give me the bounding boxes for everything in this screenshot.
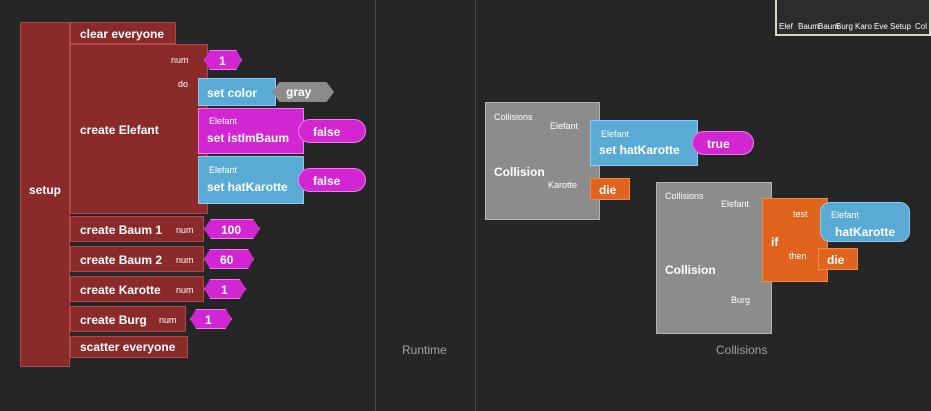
burg-num-value[interactable]: 1 bbox=[190, 309, 232, 329]
collision-title: Collision bbox=[665, 263, 716, 277]
setup-block[interactable]: setup bbox=[20, 22, 70, 367]
collision-block-1[interactable]: Collisions Elefant Collision Karotte bbox=[485, 102, 600, 220]
c1-set-hatkarotte-block[interactable]: Elefant set hatKarotte bbox=[590, 120, 698, 166]
elefant-tag: Elefant bbox=[209, 165, 238, 175]
hatkarotte-value[interactable]: false bbox=[298, 168, 366, 192]
baum1-num-value[interactable]: 100 bbox=[204, 219, 260, 239]
then-label: then bbox=[789, 251, 807, 261]
set-istimbaum-label: set istImBaum bbox=[207, 131, 290, 145]
num-label: num bbox=[176, 225, 194, 235]
collisions-pane-label: Collisions bbox=[716, 343, 768, 357]
create-karotte-block[interactable]: create Karotte num bbox=[70, 276, 204, 302]
minimap-item[interactable]: Karo bbox=[855, 22, 872, 31]
elefant-num-text: 1 bbox=[219, 54, 226, 68]
elefant-tag: Elefant bbox=[209, 116, 238, 126]
create-baum1-block[interactable]: create Baum 1 num bbox=[70, 216, 204, 242]
elefant-tag: Elefant bbox=[601, 129, 630, 139]
create-elefant-block[interactable]: create Elefant num do bbox=[70, 44, 208, 214]
istimbaum-value[interactable]: false bbox=[298, 119, 366, 143]
set-color-label: set color bbox=[207, 86, 258, 100]
pane-divider-right bbox=[475, 0, 476, 411]
set-hatkarotte-block[interactable]: Elefant set hatKarotte bbox=[198, 156, 304, 204]
create-karotte-label: create Karotte bbox=[80, 283, 161, 297]
num-label: num bbox=[176, 255, 194, 265]
create-baum2-label: create Baum 2 bbox=[80, 253, 163, 267]
elefant-num-value[interactable]: 1 bbox=[204, 50, 242, 70]
collisions-header: Collisions bbox=[494, 112, 533, 122]
condition-label: hatKarotte bbox=[835, 225, 896, 239]
hatkarotte-value-text: false bbox=[313, 174, 341, 188]
c1-die-label: die bbox=[599, 183, 617, 197]
elefant-tag: Elefant bbox=[831, 210, 860, 220]
baum2-num-text: 60 bbox=[220, 253, 234, 267]
collisions-header: Collisions bbox=[665, 191, 704, 201]
agent1-label: Elefant bbox=[721, 199, 750, 209]
c2-die-block[interactable]: die bbox=[818, 248, 858, 270]
scatter-everyone-block[interactable]: scatter everyone bbox=[70, 336, 188, 358]
create-baum2-block[interactable]: create Baum 2 num bbox=[70, 246, 204, 272]
create-burg-label: create Burg bbox=[80, 313, 147, 327]
clear-everyone-block[interactable]: clear everyone bbox=[70, 22, 176, 44]
num-label: num bbox=[171, 55, 189, 65]
if-label: if bbox=[771, 235, 779, 249]
minimap-item[interactable]: Eve bbox=[874, 22, 888, 31]
burg-num-text: 1 bbox=[205, 313, 212, 327]
c1-die-block[interactable]: die bbox=[590, 178, 630, 200]
baum1-num-text: 100 bbox=[221, 223, 242, 237]
set-hatkarotte-label: set hatKarotte bbox=[207, 180, 288, 194]
color-value-text: gray bbox=[286, 85, 312, 99]
karotte-num-value[interactable]: 1 bbox=[204, 279, 246, 299]
collision-block-2[interactable]: Collisions Elefant Collision Burg bbox=[656, 182, 772, 334]
baum2-num-value[interactable]: 60 bbox=[204, 249, 254, 269]
scatter-everyone-label: scatter everyone bbox=[80, 340, 176, 354]
setup-label: setup bbox=[29, 183, 62, 197]
set-istimbaum-block[interactable]: Elefant set istImBaum bbox=[198, 108, 304, 154]
collision-title: Collision bbox=[494, 165, 545, 179]
minimap-item[interactable]: Col bbox=[915, 22, 927, 31]
c1-set-hatkarotte-label: set hatKarotte bbox=[599, 143, 680, 157]
clear-everyone-label: clear everyone bbox=[80, 27, 165, 41]
istimbaum-value-text: false bbox=[313, 125, 341, 139]
minimap-item[interactable]: Elef bbox=[779, 22, 793, 31]
color-value[interactable]: gray bbox=[272, 82, 334, 102]
num-label: num bbox=[159, 315, 177, 325]
minimap[interactable]: Elef Baum Baum Burg Karo Eve Setup Col bbox=[775, 0, 931, 36]
pane-divider-left bbox=[375, 0, 376, 411]
test-label: test bbox=[793, 209, 808, 219]
set-color-block[interactable]: set color bbox=[198, 78, 276, 106]
num-label: num bbox=[176, 285, 194, 295]
c2-die-label: die bbox=[827, 253, 845, 267]
minimap-item[interactable]: Burg bbox=[836, 22, 853, 31]
minimap-item[interactable]: Baum bbox=[798, 22, 819, 31]
create-baum1-label: create Baum 1 bbox=[80, 223, 163, 237]
create-burg-block[interactable]: create Burg num bbox=[70, 306, 186, 332]
agent1-label: Elefant bbox=[550, 121, 579, 131]
minimap-item[interactable]: Setup bbox=[890, 22, 911, 31]
do-label: do bbox=[178, 79, 189, 89]
runtime-pane-label: Runtime bbox=[402, 343, 447, 357]
condition-hatkarotte[interactable]: Elefant hatKarotte bbox=[820, 202, 910, 242]
create-elefant-label: create Elefant bbox=[80, 123, 159, 137]
agent2-label: Burg bbox=[731, 295, 751, 305]
agent2-label: Karotte bbox=[548, 180, 578, 190]
c1-true-text: true bbox=[707, 137, 730, 151]
c1-true-value[interactable]: true bbox=[692, 131, 754, 155]
karotte-num-text: 1 bbox=[221, 283, 228, 297]
